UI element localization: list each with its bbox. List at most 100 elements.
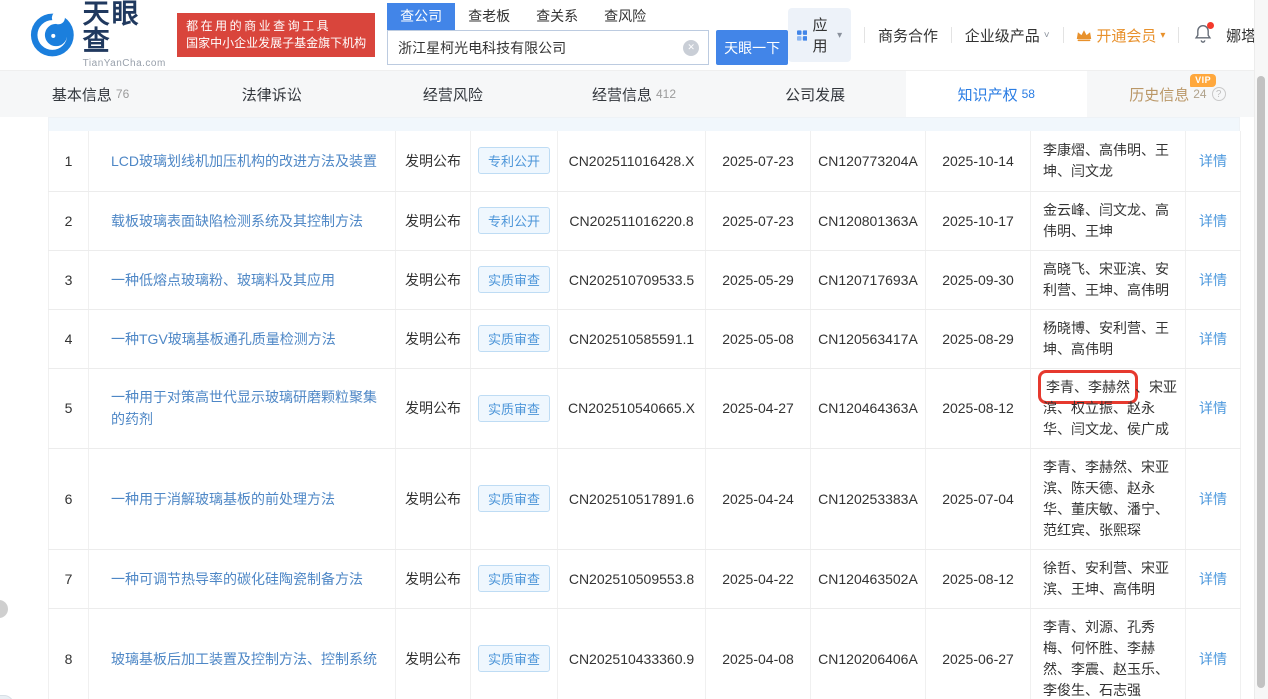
row-index: 6 [48, 448, 89, 550]
search-tab-boss[interactable]: 查老板 [455, 3, 523, 30]
inventors: 徐哲、安利营、宋亚滨、王坤、高伟明 [1043, 559, 1169, 597]
publication-number: CN120717693A [810, 250, 926, 310]
detail-link[interactable]: 详情 [1199, 213, 1227, 229]
status-tag: 实质审查 [477, 266, 550, 293]
application-date: 2025-04-27 [705, 368, 811, 449]
application-number: CN202510585591.1 [557, 309, 706, 369]
chevron-down-icon: ▾ [837, 29, 843, 41]
divider [864, 27, 865, 43]
patent-name-link[interactable]: 一种用于消解玻璃基板的前处理方法 [111, 491, 335, 507]
nav-biz-cooperation[interactable]: 商务合作 [878, 25, 938, 46]
search-tab-risk[interactable]: 查风险 [591, 3, 659, 30]
status-tag: 实质审查 [477, 645, 550, 672]
application-number: CN202511016428.X [557, 131, 706, 192]
application-number: CN202510709533.5 [557, 250, 706, 310]
page-tab[interactable]: 法律诉讼 [181, 71, 362, 117]
open-vip-label: 开通会员 [1096, 27, 1157, 45]
search-input[interactable] [388, 31, 709, 64]
table-row: 7 一种可调节热导率的碳化硅陶瓷制备方法 发明公布 实质审查 CN2025105… [48, 549, 1241, 609]
logo-domain: TianYanCha.com [82, 58, 166, 69]
question-icon[interactable]: ? [1211, 87, 1226, 101]
tab-label: 法律诉讼 [241, 86, 302, 104]
row-index: 1 [48, 131, 89, 192]
page-tab[interactable]: 经营风险 [362, 71, 543, 117]
apps-label: 应用 [812, 17, 828, 55]
application-number: CN202510517891.6 [557, 448, 706, 550]
notification-bell-icon[interactable] [1194, 21, 1215, 47]
search-input-wrap: ✕ [387, 30, 710, 65]
detail-link[interactable]: 详情 [1199, 400, 1227, 416]
inventors-cell: 金云峰、闫文龙、高伟明、王坤 [1030, 191, 1186, 251]
detail-link[interactable]: 详情 [1199, 651, 1227, 667]
publication-number: CN120464363A [810, 368, 926, 449]
row-index: 8 [48, 608, 89, 699]
detail-link[interactable]: 详情 [1199, 331, 1227, 347]
search-tab-relation[interactable]: 查关系 [523, 3, 591, 30]
publication-date: 2025-07-04 [925, 448, 1031, 550]
status-tag: 实质审查 [477, 394, 550, 422]
header: 天眼查 TianYanCha.com 都在用的商业查询工具 国家中小企业发展子基… [0, 0, 1268, 70]
detail-link[interactable]: 详情 [1199, 491, 1227, 507]
clear-input-icon[interactable]: ✕ [683, 39, 700, 56]
inventors-cell: 李青、刘源、孔秀梅、何怀胜、李赫然、李震、赵玉乐、李俊生、石志强 [1030, 608, 1186, 699]
patent-name-link[interactable]: 一种可调节热导率的碳化硅陶瓷制备方法 [111, 571, 363, 587]
patent-name-link[interactable]: 一种低熔点玻璃粉、玻璃料及其应用 [111, 272, 335, 288]
row-index: 5 [48, 368, 89, 449]
application-date: 2025-07-23 [705, 131, 811, 192]
status-tag: 专利公开 [477, 147, 550, 175]
divider [1178, 27, 1180, 43]
crown-icon [1077, 30, 1092, 42]
inventors: 李青、李赫然、宋亚滨、陈天德、赵永华、董庆敏、潘宁、范红宾、张熙琛 [1043, 458, 1169, 538]
tab-label: 经营风险 [422, 86, 483, 104]
application-number: CN202510433360.9 [557, 608, 706, 699]
open-vip-button[interactable]: 开通会员 ▾ [1076, 25, 1165, 46]
apps-button[interactable]: 应用 ▾ [788, 8, 852, 62]
patent-type: 发明公布 [395, 368, 471, 449]
inventors: 杨晓博、安利营、王坤、高伟明 [1043, 319, 1169, 357]
patent-name-link[interactable]: 载板玻璃表面缺陷检测系统及其控制方法 [111, 213, 363, 229]
brand-slogan: 都在用的商业查询工具 国家中小企业发展子基金旗下机构 [177, 13, 376, 57]
inventors-cell: 杨晓博、安利营、王坤、高伟明 [1030, 309, 1186, 369]
application-date: 2025-05-29 [705, 250, 811, 310]
inventors-cell: 李青、李赫然、宋亚滨、陈天德、赵永华、董庆敏、潘宁、范红宾、张熙琛 [1030, 448, 1186, 550]
patent-name-link[interactable]: 玻璃基板后加工装置及控制方法、控制系统 [111, 651, 377, 667]
publication-number: CN120801363A [810, 191, 926, 251]
scrollbar-thumb[interactable] [1257, 76, 1265, 688]
patent-name-link[interactable]: 一种用于对策高世代显示玻璃研磨颗粒聚集的药剂 [111, 389, 377, 427]
table-row: 1 LCD玻璃划线机加压机构的改进方法及装置 发明公布 专利公开 CN20251… [48, 131, 1241, 192]
application-number: CN202510509553.8 [557, 549, 706, 609]
divider [1062, 27, 1064, 43]
nav-enterprise-products[interactable]: 企业级产品 [965, 25, 1040, 46]
table-row: 2 载板玻璃表面缺陷检测系统及其控制方法 发明公布 专利公开 CN2025110… [48, 191, 1241, 251]
row-index: 7 [48, 549, 89, 609]
search-tab-company[interactable]: 查公司 [387, 3, 456, 30]
publication-date: 2025-06-27 [925, 608, 1031, 699]
detail-link[interactable]: 详情 [1199, 153, 1227, 169]
page-tab[interactable]: 经营信息 412 [543, 71, 724, 117]
page-tab[interactable]: 知识产权 58 [905, 71, 1087, 117]
patent-name-link[interactable]: 一种TGV玻璃基板通孔质量检测方法 [111, 331, 336, 347]
patent-type: 发明公布 [395, 448, 471, 550]
detail-link[interactable]: 详情 [1199, 272, 1227, 288]
page-tab[interactable]: VIP 历史信息 24 ? [1087, 71, 1268, 117]
publication-date: 2025-08-12 [925, 549, 1031, 609]
patent-name-link[interactable]: LCD玻璃划线机加压机构的改进方法及装置 [111, 153, 377, 169]
detail-link[interactable]: 详情 [1199, 571, 1227, 587]
row-index: 3 [48, 250, 89, 310]
apps-grid-icon [797, 29, 808, 41]
patent-table: 1 LCD玻璃划线机加压机构的改进方法及装置 发明公布 专利公开 CN20251… [48, 131, 1241, 699]
application-date: 2025-04-08 [705, 608, 811, 699]
side-widget-knob[interactable] [0, 600, 8, 618]
application-date: 2025-07-23 [705, 191, 811, 251]
page-tab[interactable]: 基本信息 76 [0, 71, 181, 117]
tianyancha-logo[interactable]: 天眼查 TianYanCha.com [30, 1, 167, 69]
search-button[interactable]: 天眼一下 [716, 30, 789, 65]
side-widget-panel[interactable] [0, 695, 14, 699]
page-tab[interactable]: 公司发展 [725, 71, 906, 117]
inventors: 金云峰、闫文龙、高伟明、王坤 [1043, 201, 1169, 239]
tab-count: 412 [655, 87, 677, 101]
patent-type: 发明公布 [395, 309, 471, 369]
table-row: 3 一种低熔点玻璃粉、玻璃料及其应用 发明公布 实质审查 CN202510709… [48, 250, 1241, 310]
slogan-line-1: 都在用的商业查询工具 [186, 19, 332, 33]
vertical-scrollbar[interactable] [1254, 0, 1268, 699]
